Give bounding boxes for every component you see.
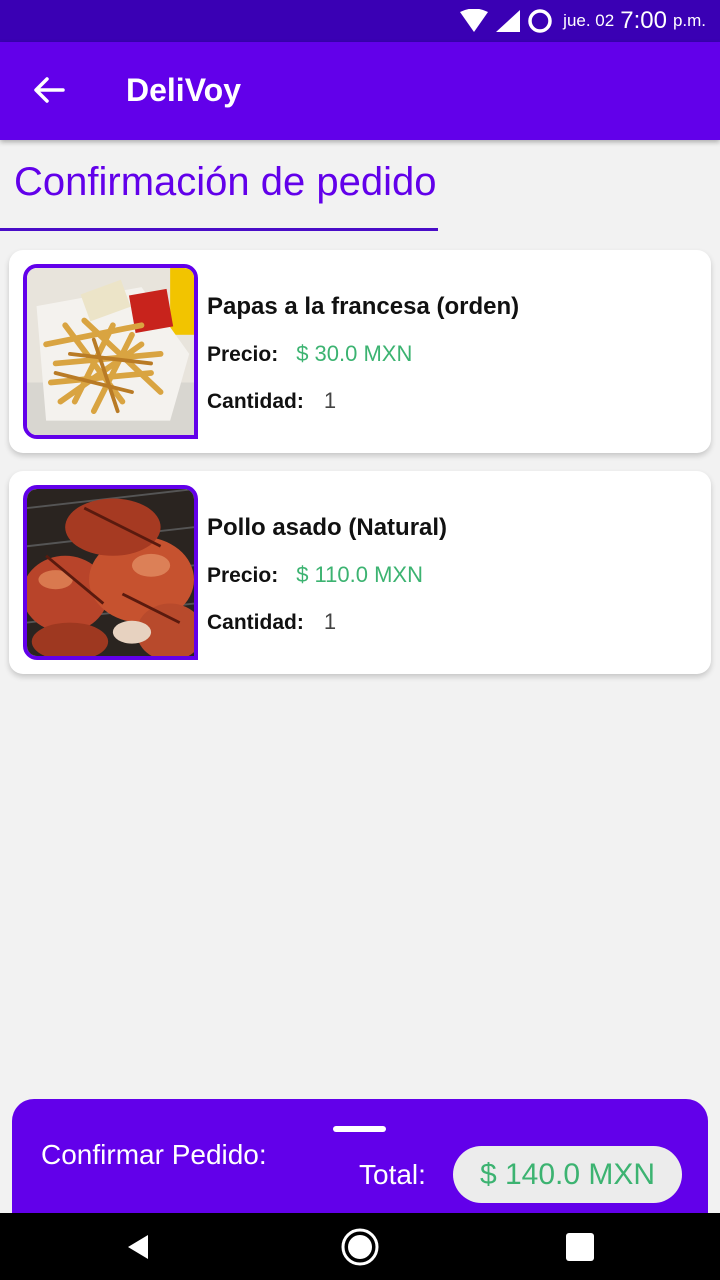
order-item-card[interactable]: Pollo asado (Natural) Precio: $ 110.0 MX… bbox=[9, 471, 711, 674]
quantity-value: 1 bbox=[323, 609, 337, 634]
wifi-icon bbox=[459, 9, 489, 33]
quantity-label: Cantidad: bbox=[207, 611, 304, 634]
back-button[interactable] bbox=[24, 67, 74, 117]
nav-recents-button[interactable] bbox=[560, 1227, 600, 1267]
system-nav-bar bbox=[0, 1213, 720, 1280]
confirm-order-sheet[interactable]: Confirmar Pedido: Total: $ 140.0 MXN bbox=[12, 1099, 708, 1229]
triangle-back-icon bbox=[120, 1227, 160, 1267]
status-time: 7:00 bbox=[620, 7, 667, 34]
app-title: DeliVoy bbox=[126, 72, 241, 108]
order-item-card[interactable]: Papas a la francesa (orden) Precio: $ 30… bbox=[9, 250, 711, 453]
price-label: Precio: bbox=[207, 564, 279, 587]
quantity-row: Cantidad: 1 bbox=[207, 388, 336, 414]
french-fries-photo bbox=[23, 264, 198, 439]
page-title: Confirmación de pedido bbox=[14, 160, 437, 204]
quantity-value: 1 bbox=[323, 388, 337, 413]
price-value: $ 30.0 MXN bbox=[296, 341, 413, 366]
nav-back-button[interactable] bbox=[120, 1227, 160, 1267]
nav-home-button[interactable] bbox=[338, 1225, 382, 1269]
item-name: Papas a la francesa (orden) bbox=[207, 293, 520, 320]
price-row: Precio: $ 110.0 MXN bbox=[207, 562, 423, 588]
sync-circle-icon bbox=[527, 8, 553, 34]
status-bar: jue. 02 7:00 p.m. bbox=[0, 0, 720, 42]
quantity-row: Cantidad: 1 bbox=[207, 609, 336, 635]
square-recents-icon bbox=[560, 1227, 600, 1267]
drag-handle[interactable] bbox=[333, 1126, 386, 1132]
confirm-order-label[interactable]: Confirmar Pedido: bbox=[41, 1139, 267, 1171]
status-date: jue. 02 bbox=[563, 11, 615, 30]
total-label: Total: bbox=[359, 1159, 426, 1190]
signal-icon bbox=[495, 9, 521, 33]
quantity-label: Cantidad: bbox=[207, 390, 304, 413]
app-bar: DeliVoy bbox=[0, 42, 720, 140]
price-row: Precio: $ 30.0 MXN bbox=[207, 341, 412, 367]
price-value: $ 110.0 MXN bbox=[296, 562, 423, 587]
price-label: Precio: bbox=[207, 343, 279, 366]
title-divider bbox=[0, 228, 438, 231]
arrow-left-icon bbox=[33, 76, 65, 109]
status-ampm: p.m. bbox=[672, 11, 706, 30]
total-value: $ 140.0 MXN bbox=[453, 1146, 682, 1203]
item-name: Pollo asado (Natural) bbox=[207, 514, 448, 541]
circle-home-icon bbox=[338, 1225, 382, 1269]
status-icons: jue. 02 7:00 p.m. bbox=[459, 6, 706, 36]
roast-chicken-photo bbox=[23, 485, 198, 660]
